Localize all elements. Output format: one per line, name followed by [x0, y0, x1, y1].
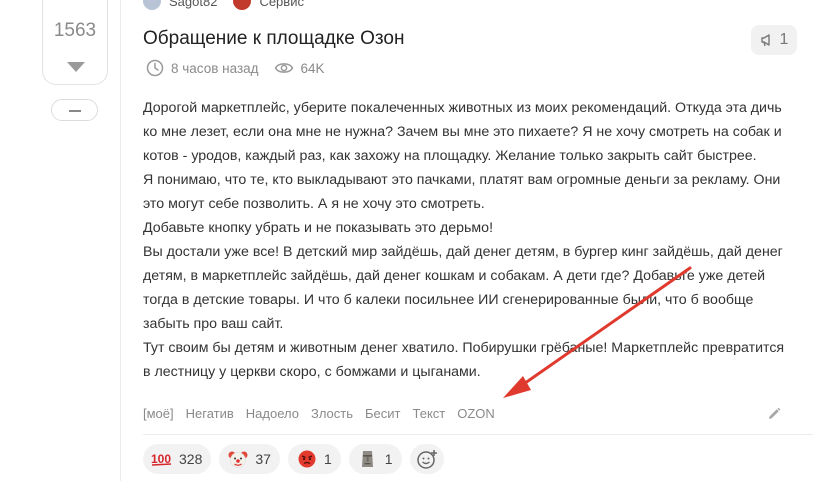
reaction-moai[interactable]: 1	[348, 444, 402, 474]
post-text-line: Тут своим бы детям и животным денег хват…	[143, 340, 785, 356]
reaction-count: 1	[323, 451, 332, 467]
rating-count: 1563	[53, 20, 97, 41]
community-name[interactable]: Сервис	[259, 0, 304, 9]
pencil-icon[interactable]	[766, 406, 782, 422]
angry-face-icon	[296, 448, 318, 470]
post-meta: 8 часов назад 64K	[146, 59, 325, 77]
author-name[interactable]: Sagot82	[169, 0, 217, 9]
reaction-hundred[interactable]: 100 328	[143, 444, 212, 474]
vote-column: 1563	[0, 0, 120, 481]
post-time: 8 часов назад	[171, 60, 259, 76]
tag-nadoelo[interactable]: Надоело	[246, 406, 299, 421]
reactions-bar: 100 328 37 1 1	[143, 444, 444, 474]
share-button[interactable]: 1	[751, 25, 797, 55]
post-text-line: тогда в детские товары. И что б калеки п…	[143, 292, 754, 308]
post-text-line: это могут себе позволить. А я не хочу эт…	[143, 196, 485, 212]
post-text-line: Дорогой маркетплейс, уберите покалеченны…	[143, 100, 782, 116]
reaction-clown[interactable]: 37	[219, 444, 280, 474]
reaction-count: 37	[255, 451, 271, 467]
column-divider	[120, 0, 121, 481]
post-body: Дорогой маркетплейс, уберите покалеченны…	[143, 96, 803, 384]
reaction-count: 328	[179, 451, 203, 467]
add-reaction-button[interactable]	[409, 444, 444, 474]
moai-icon	[357, 448, 379, 470]
share-count: 1	[779, 31, 789, 48]
reaction-count: 1	[384, 451, 393, 467]
post-title[interactable]: Обращение к площадке Озон	[143, 28, 404, 50]
post-text-line: котов - уродов, каждый раз, как захожу н…	[143, 148, 757, 164]
reaction-angry[interactable]: 1	[287, 444, 341, 474]
community-avatar[interactable]	[233, 0, 252, 10]
tag-list: [моё] Негатив Надоело Злость Бесит Текст…	[143, 406, 507, 421]
post-text-line: забыть про ваш сайт.	[143, 316, 284, 332]
vote-box: 1563	[42, 0, 108, 85]
smile-plus-icon	[416, 450, 437, 469]
tag-ozon[interactable]: OZON	[457, 406, 495, 421]
post-text-line: Добавьте кнопку убрать и не показывать э…	[143, 220, 494, 236]
eye-icon	[274, 63, 293, 73]
post-text-line: ко мне лезет, если она мне не нужна? Зач…	[143, 124, 782, 140]
tag-besit[interactable]: Бесит	[365, 406, 400, 421]
hundred-points-icon: 100	[151, 448, 173, 470]
clock-icon	[146, 59, 164, 77]
post-text-line: в лестницу у церкви скоро, с бомжами и ц…	[143, 364, 481, 380]
author-avatar[interactable]	[143, 0, 161, 10]
post-views: 64K	[300, 60, 325, 76]
tag-tekst[interactable]: Текст	[413, 406, 446, 421]
downvote-arrow-icon[interactable]	[67, 62, 85, 72]
clown-face-icon	[227, 448, 249, 470]
author-row: Sagot82 Сервис	[143, 0, 304, 10]
reactions-divider	[143, 434, 813, 435]
tag-zlost[interactable]: Злость	[311, 406, 353, 421]
megaphone-icon	[760, 34, 770, 47]
tag-negativ[interactable]: Негатив	[186, 406, 234, 421]
post-text-line: Вы достали уже все! В детский мир зайдёш…	[143, 244, 783, 260]
post-text-line: Я понимаю, что те, кто выкладывают это п…	[143, 172, 781, 188]
collapse-post-button[interactable]	[51, 99, 98, 121]
post-text-line: детям, в маркетплейс зайдёшь, дай денег …	[143, 268, 766, 284]
tag-moe[interactable]: [моё]	[143, 406, 174, 421]
